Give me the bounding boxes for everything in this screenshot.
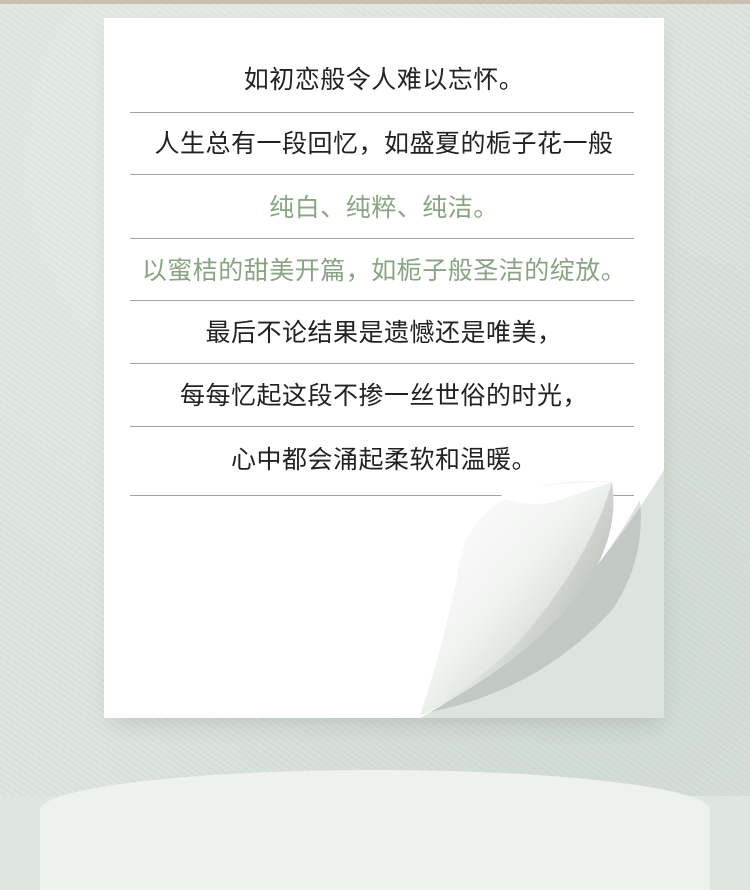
poem-line-6: 每每忆起这段不掺一丝世俗的时光，	[179, 381, 588, 410]
top-border-strip	[0, 0, 750, 4]
poem-line-4: 以蜜桔的甜美开篇，如栀子般圣洁的绽放。	[141, 256, 627, 285]
line-divider	[130, 363, 634, 364]
poem-line-5: 最后不论结果是遗憾还是唯美，	[205, 318, 563, 347]
line-divider	[130, 112, 634, 113]
poem-line-7: 心中都会涌起柔软和温暖。	[230, 445, 537, 474]
line-divider	[130, 174, 634, 175]
poem-line-2: 人生总有一段回忆，如盛夏的栀子花一般	[154, 129, 614, 158]
bottom-white-arc	[40, 770, 710, 890]
poem-line-1: 如初恋般令人难以忘怀。	[243, 65, 525, 94]
paper-sheet	[104, 18, 664, 718]
line-divider	[130, 426, 634, 427]
poem-line-3: 纯白、纯粹、纯洁。	[269, 193, 499, 222]
line-divider	[130, 495, 634, 496]
line-divider	[130, 238, 634, 239]
line-divider	[130, 300, 634, 301]
